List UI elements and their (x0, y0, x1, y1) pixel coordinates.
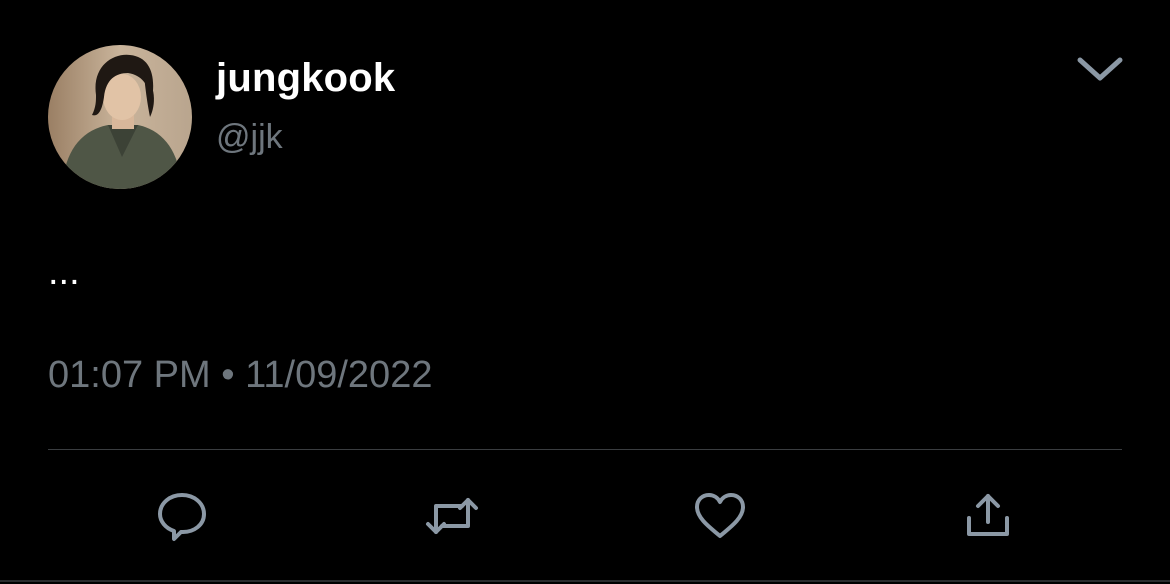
tweet-timestamp[interactable]: 01:07 PM • 11/09/2022 (48, 352, 432, 398)
share-icon (967, 494, 1009, 536)
tweet-time: 01:07 PM (48, 354, 211, 396)
chevron-down-icon (1077, 57, 1123, 81)
heart-icon (695, 493, 745, 538)
meta-separator: • (221, 354, 235, 396)
avatar-photo (48, 45, 192, 189)
bottom-border (0, 580, 1170, 582)
user-handle[interactable]: @jjk (216, 117, 283, 157)
retweet-button[interactable] (424, 488, 480, 544)
reply-button[interactable] (154, 488, 210, 544)
avatar[interactable] (48, 45, 192, 189)
reply-bubble-icon (158, 493, 206, 541)
share-button[interactable] (960, 488, 1016, 544)
tweet-date: 11/09/2022 (245, 354, 433, 396)
like-button[interactable] (692, 488, 748, 544)
tweet-card: jungkook @jjk ... 01:07 PM • 11/09/2022 (0, 0, 1170, 584)
tweet-text: ... (48, 251, 80, 293)
divider (48, 449, 1122, 450)
display-name[interactable]: jungkook (216, 54, 395, 102)
retweet-icon (426, 498, 478, 534)
more-menu-button[interactable] (1070, 50, 1130, 90)
